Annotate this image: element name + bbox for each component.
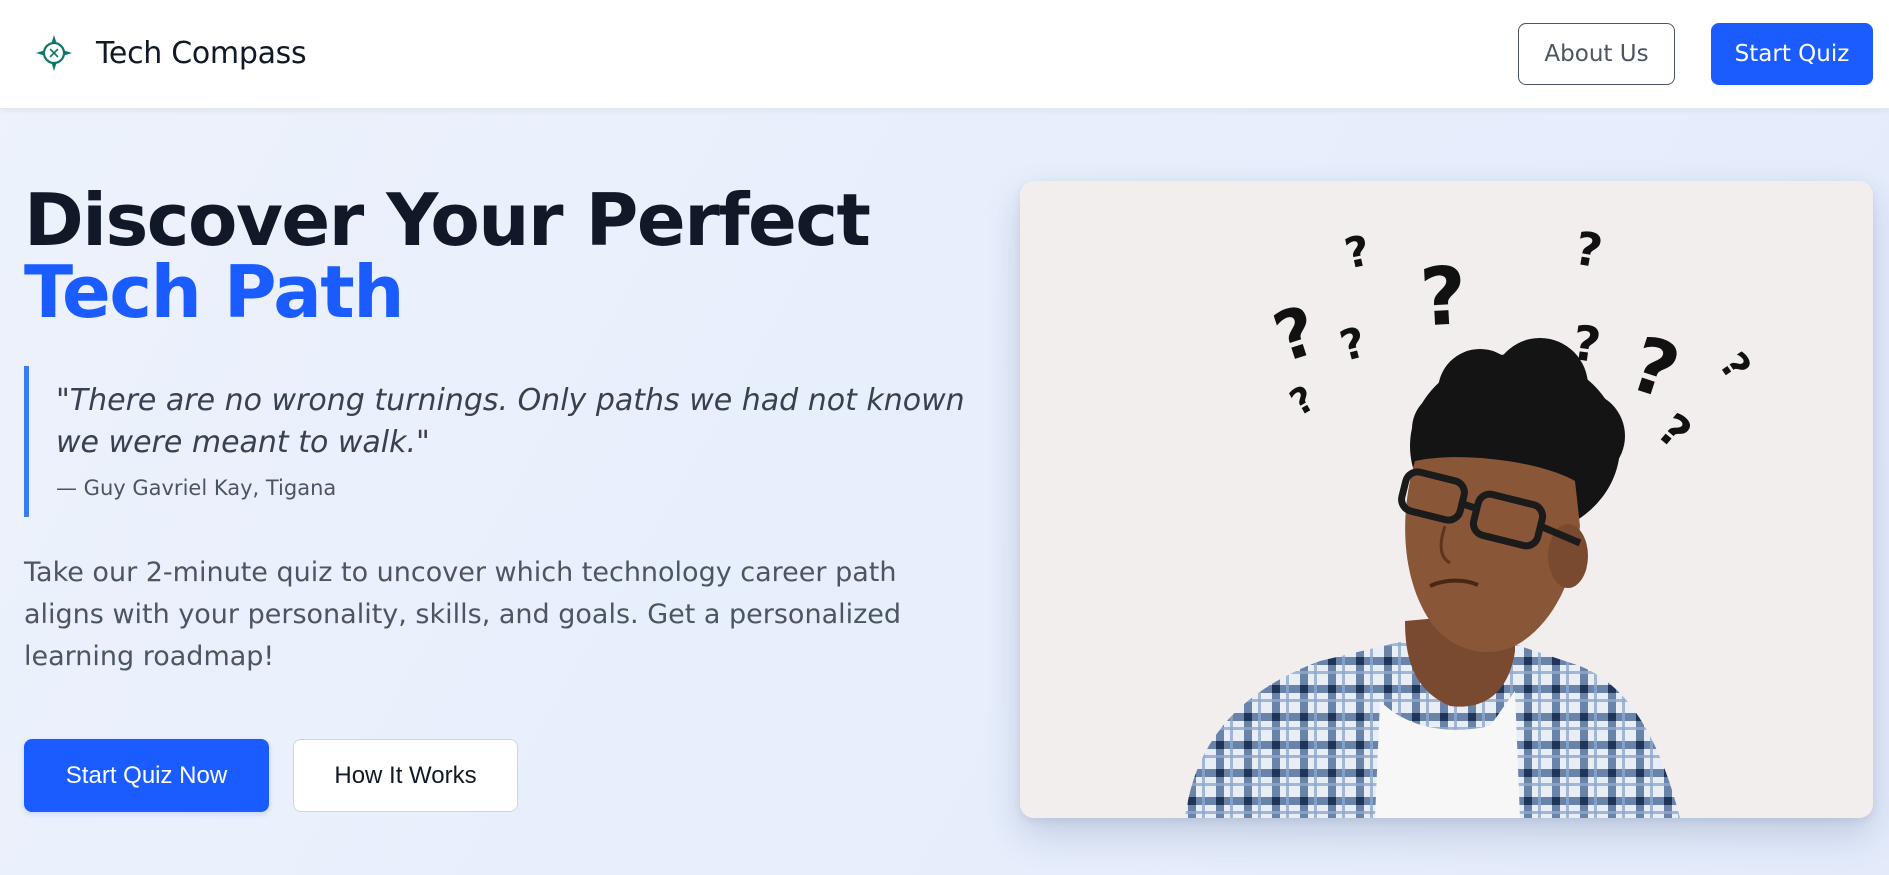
about-us-button[interactable]: About Us [1518, 23, 1675, 85]
hero-quote: "There are no wrong turnings. Only paths… [24, 366, 984, 517]
top-navbar: Tech Compass About Us Start Quiz [0, 0, 1889, 109]
quote-text: "There are no wrong turnings. Only paths… [56, 383, 965, 460]
svg-text:?: ? [1418, 249, 1469, 344]
start-quiz-nav-button[interactable]: Start Quiz [1711, 23, 1873, 85]
start-quiz-now-button[interactable]: Start Quiz Now [24, 739, 269, 812]
brand-logo[interactable]: Tech Compass [34, 33, 307, 73]
brand-name: Tech Compass [96, 35, 307, 71]
how-it-works-button[interactable]: How It Works [293, 739, 518, 812]
hero-title-line-2: Tech Path [24, 250, 404, 334]
hero-title: Discover Your Perfect Tech Path [24, 184, 871, 334]
quote-author: — Guy Gavriel Kay, Tigana [56, 476, 337, 500]
compass-icon [36, 35, 72, 71]
thinking-person-illustration: ? ? ? ? ? ? ? ? ? ? [1020, 181, 1873, 818]
hero-description: Take our 2-minute quiz to uncover which … [24, 557, 902, 672]
hero-image: ? ? ? ? ? ? ? ? ? ? [1020, 181, 1873, 818]
